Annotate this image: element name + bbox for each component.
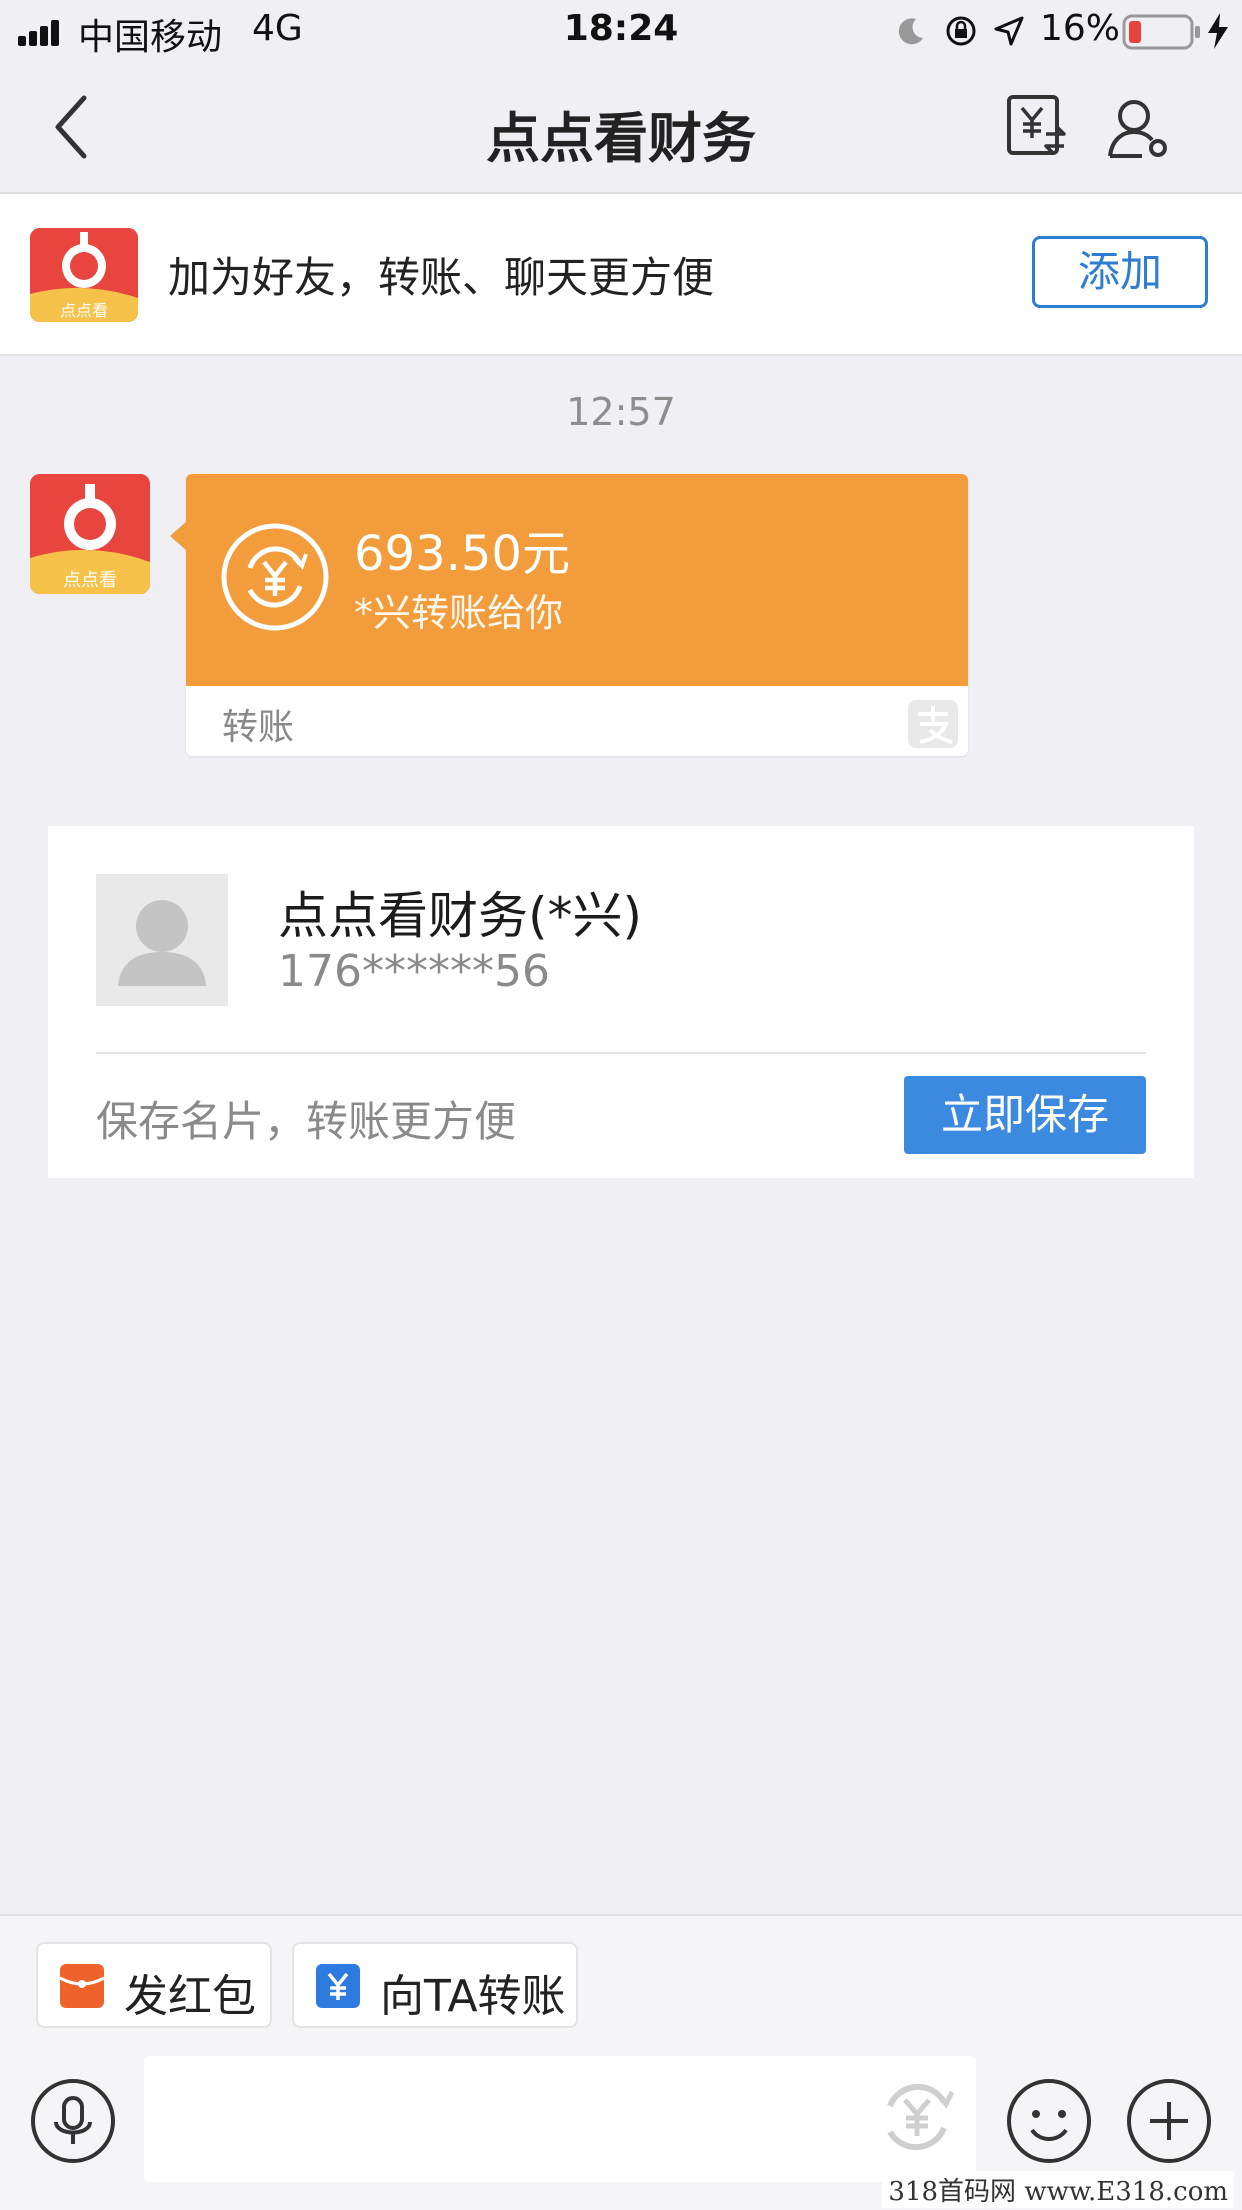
battery-icon [1122,14,1202,50]
rotation-lock-icon [944,14,978,48]
transfer-amount: 693.50元 [354,526,570,582]
message-input[interactable] [144,2056,976,2182]
battery-percent: 16% [1040,8,1121,49]
card-divider [96,1052,1146,1054]
profile-settings-icon[interactable] [1106,96,1170,160]
add-friend-button[interactable]: 添加 [1032,236,1208,308]
send-red-packet-button[interactable]: 发红包 [36,1942,272,2028]
contact-name: 点点看财务(*兴) [278,887,643,945]
nav-bar: 点点看财务 [0,64,1242,194]
moon-icon [896,16,926,46]
transfer-message[interactable]: 693.50元 *兴转账给你 转账 [170,474,968,756]
emoji-icon[interactable] [1006,2078,1092,2164]
save-card-hint: 保存名片，转账更方便 [96,1097,517,1146]
sender-avatar[interactable]: 点点看 [30,474,150,594]
bottom-toolbar: 发红包 向TA转账 [0,1914,1242,2210]
avatar-caption: 点点看 [63,570,117,591]
chat-timestamp: 12:57 [566,390,676,434]
save-card-button[interactable]: 立即保存 [904,1076,1146,1154]
logo-caption: 点点看 [60,301,108,320]
red-packet-icon [60,1964,104,2008]
contact-phone: 176******56 [278,946,550,997]
yuan-transfer-icon [220,522,330,632]
contact-avatar-placeholder [96,874,228,1006]
app-logo: 点点看 [30,228,138,322]
bubble-tail [170,522,186,550]
transfer-to-ta-label: 向TA转账 [380,1971,566,2022]
contact-card: 点点看财务(*兴) 176******56 保存名片，转账更方便 立即保存 [48,826,1194,1178]
transfer-note: *兴转账给你 [354,591,564,635]
voice-icon[interactable] [30,2078,116,2164]
transfer-shortcut-icon[interactable] [872,2072,962,2162]
red-packet-label: 发红包 [124,1971,256,2022]
transfer-message-header: 693.50元 *兴转账给你 [186,474,968,686]
add-friend-banner: 点点看 加为好友，转账、聊天更方便 添加 [0,194,1242,356]
watermark: 318首码网 www.E318.com [882,2171,1234,2208]
location-icon [994,16,1024,46]
transfer-type-label: 转账 [222,707,295,748]
status-bar: 中国移动 4G 18:24 16% [0,0,1242,64]
plus-icon[interactable] [1126,2078,1212,2164]
transfer-yuan-icon [316,1964,360,2008]
transfer-to-ta-button[interactable]: 向TA转账 [292,1942,578,2028]
alipay-icon [908,700,958,748]
banner-text: 加为好友，转账、聊天更方便 [168,253,715,302]
charging-icon [1206,12,1230,50]
transfer-records-icon[interactable] [1006,94,1068,158]
